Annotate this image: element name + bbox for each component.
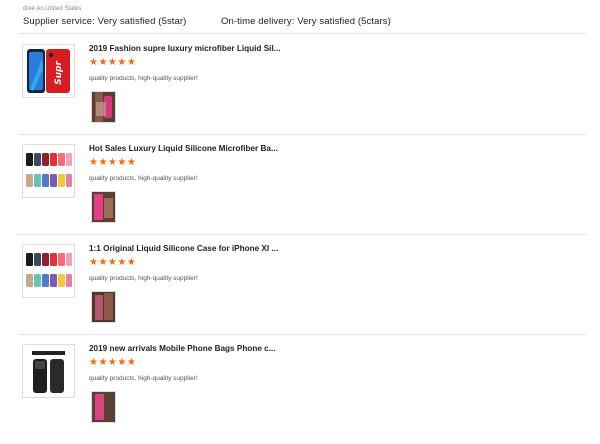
product-thumbnail[interactable]: [22, 344, 75, 398]
product-title-link[interactable]: 2019 Fashion supre luxury microfiber Liq…: [89, 44, 281, 53]
divider: [18, 134, 586, 135]
star-rating: ★★★★★: [89, 157, 137, 168]
customer-photo-icon: [92, 292, 115, 322]
review-comment: quality products, high-quality supplier!: [89, 375, 198, 382]
customer-photo-icon: [92, 92, 115, 122]
customer-photo-icon: [92, 192, 115, 222]
customer-photo-icon: [92, 392, 115, 422]
supplier-reviews-page: dree An,United States Supplier service: …: [0, 0, 600, 423]
star-rating: ★★★★★: [89, 357, 137, 368]
product-title-link[interactable]: 2019 new arrivals Mobile Phone Bags Phon…: [89, 344, 276, 353]
black-phone-cases-icon: [32, 351, 65, 393]
svg-text:Supr: Supr: [54, 61, 64, 85]
star-rating: ★★★★★: [89, 257, 137, 268]
supplier-service-rating: Supplier service: Very satisfied (5star): [23, 16, 187, 27]
red-phone-case-icon: Supr: [27, 49, 70, 93]
review-comment: quality products, high-quality supplier!: [89, 275, 198, 282]
review-comment: quality products, high-quality supplier!: [89, 75, 198, 82]
review-item: Hot Sales Luxury Liquid Silicone Microfi…: [0, 144, 600, 244]
product-thumbnail[interactable]: [22, 144, 75, 198]
review-item: 2019 new arrivals Mobile Phone Bags Phon…: [0, 344, 600, 444]
review-item: Supr 2019 Fashion supre luxury microfibe…: [0, 44, 600, 144]
product-title-link[interactable]: Hot Sales Luxury Liquid Silicone Microfi…: [89, 144, 278, 153]
divider: [18, 334, 586, 335]
product-thumbnail[interactable]: Supr: [22, 44, 75, 98]
divider: [18, 234, 586, 235]
review-item: 1:1 Original Liquid Silicone Case for iP…: [0, 244, 600, 344]
on-time-delivery-rating: On-time delivery: Very satisfied (5ctars…: [221, 16, 391, 27]
product-title-link[interactable]: 1:1 Original Liquid Silicone Case for iP…: [89, 244, 278, 253]
color-phone-cases-icon: [26, 153, 72, 187]
review-photo[interactable]: [91, 91, 116, 123]
buyer-location: dree An,United States: [23, 6, 82, 12]
review-photo[interactable]: [91, 291, 116, 323]
review-photo[interactable]: [91, 191, 116, 223]
review-comment: quality products, high-quality supplier!: [89, 175, 198, 182]
product-thumbnail[interactable]: [22, 244, 75, 298]
divider: [18, 33, 586, 34]
review-photo[interactable]: [91, 391, 116, 423]
color-phone-cases-icon: [26, 253, 72, 287]
star-rating: ★★★★★: [89, 57, 137, 68]
